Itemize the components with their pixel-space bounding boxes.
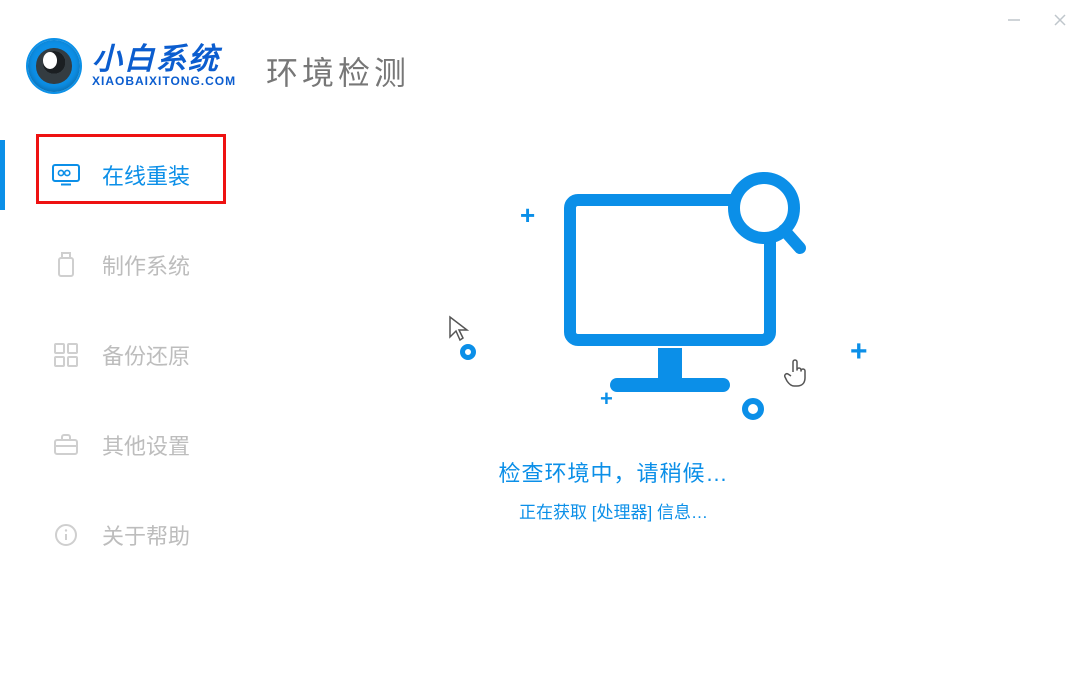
usb-icon (52, 253, 80, 277)
sidebar: 在线重装 制作系统 备份还原 其他设置 关于帮助 (0, 130, 240, 580)
logo-text-cn: 小白系统 (92, 44, 236, 76)
sidebar-item-label: 关于帮助 (102, 519, 190, 551)
cursor-hand-icon (784, 358, 810, 393)
sidebar-item-about-help[interactable]: 关于帮助 (0, 490, 240, 580)
sidebar-item-backup-restore[interactable]: 备份还原 (0, 310, 240, 400)
decor-plus-icon: + (850, 335, 868, 369)
close-button[interactable] (1051, 11, 1069, 29)
sidebar-item-make-system[interactable]: 制作系统 (0, 220, 240, 310)
sidebar-item-label: 备份还原 (102, 339, 190, 371)
sidebar-item-label: 在线重装 (102, 159, 190, 191)
sidebar-item-label: 其他设置 (102, 429, 190, 461)
sidebar-item-online-reinstall[interactable]: 在线重装 (0, 130, 240, 220)
sidebar-item-label: 制作系统 (102, 249, 190, 281)
status-line1: 检查环境中，请稍候… (260, 456, 967, 488)
decor-plus-icon: + (520, 200, 535, 231)
app-logo: 小白系统 XIAOBAIXITONG.COM (28, 40, 236, 92)
sidebar-item-other-settings[interactable]: 其他设置 (0, 400, 240, 490)
decor-ring-icon (742, 398, 764, 420)
status-block: 检查环境中，请稍候… 正在获取 [处理器] 信息… (260, 456, 967, 523)
cursor-arrow-icon (448, 315, 470, 348)
grid-icon (52, 343, 80, 367)
scan-illustration (560, 190, 800, 400)
screen-gear-icon (52, 163, 80, 187)
logo-icon (28, 40, 80, 92)
info-icon (52, 523, 80, 547)
briefcase-icon (52, 433, 80, 457)
window-titlebar (1005, 0, 1087, 40)
status-line2: 正在获取 [处理器] 信息… (260, 498, 967, 523)
page-title: 环境检测 (266, 48, 410, 94)
decor-plus-icon: + (600, 386, 613, 412)
minimize-button[interactable] (1005, 11, 1023, 29)
logo-text-en: XIAOBAIXITONG.COM (92, 75, 236, 88)
content-area: + + + 检查环境中，请稍候… 正在获取 [处理器] 信息… (260, 140, 1087, 691)
app-window: { "app": { "logo_cn": "小白系统", "logo_en":… (0, 0, 1087, 691)
